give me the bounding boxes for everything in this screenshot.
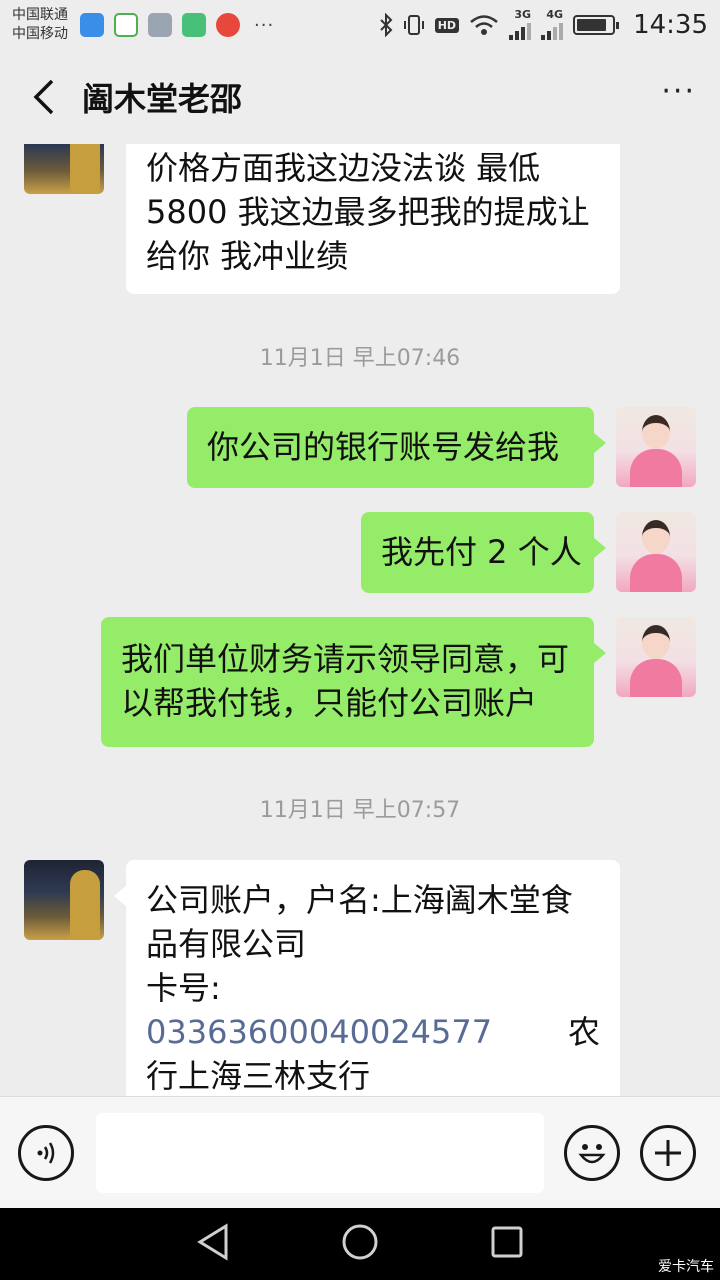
message-text-line: 5800 我这边最多把我的提成让 <box>146 193 590 231</box>
more-notifications-icon: ··· <box>254 14 275 36</box>
network-4g-label: 4G <box>546 8 564 21</box>
message-text-line: 公司账户，户名:上海阖木堂食 <box>146 881 573 919</box>
more-options-button[interactable]: ··· <box>661 74 696 121</box>
message-text-line: 品有限公司 <box>146 925 307 963</box>
my-avatar[interactable] <box>616 407 696 487</box>
system-navigation-bar: 爱卡汽车 <box>0 1208 720 1280</box>
plus-icon <box>655 1139 681 1166</box>
message-input-bar <box>0 1096 720 1208</box>
message-text-line: 我们单位财务请示领导同意，可 <box>121 640 570 678</box>
bluetooth-icon <box>380 13 393 37</box>
network-3g-label: 3G <box>514 8 532 21</box>
status-time: 14:35 <box>633 10 708 40</box>
message-timestamp: 11月1日 早上07:57 <box>259 798 461 823</box>
status-bar: 中国联通 中国移动 ··· HD 3G 4G 14:35 <box>0 0 720 50</box>
chat-title: 阖木堂老邵 <box>82 80 243 118</box>
gallery-icon <box>148 13 172 37</box>
message-text-line: 行上海三林支行 <box>146 1057 371 1095</box>
incoming-message-bubble[interactable]: 公司账户，户名:上海阖木堂食 品有限公司 卡号: 033636000400245… <box>114 860 620 1096</box>
notification-icons: ··· <box>80 13 274 37</box>
voice-input-button[interactable] <box>18 1124 74 1181</box>
contact-avatar[interactable] <box>24 860 104 940</box>
voice-icon <box>37 1141 55 1164</box>
message-text-input[interactable] <box>96 1112 544 1193</box>
carrier-info: 中国联通 中国移动 <box>12 6 68 44</box>
message-text: 我先付 2 个人 <box>381 533 582 571</box>
contact-avatar[interactable] <box>24 144 104 194</box>
system-home-button[interactable] <box>340 1222 380 1266</box>
hd-badge: HD <box>434 17 460 33</box>
carrier-1: 中国联通 <box>12 7 68 23</box>
my-avatar[interactable] <box>616 512 696 592</box>
signal-4g: 4G <box>541 8 564 40</box>
signal-bars-icon <box>509 20 532 40</box>
chat-header: 阖木堂老邵 ··· <box>0 50 720 144</box>
message-text: 你公司的银行账号发给我 <box>207 428 560 466</box>
carrier-2: 中国移动 <box>12 26 68 42</box>
message-text-line: 以帮我付钱，只能付公司账户 <box>121 684 538 722</box>
account-number-row: 03363600040024577 农 <box>146 1010 600 1054</box>
system-back-button[interactable] <box>195 1222 231 1266</box>
signal-3g: 3G <box>509 8 532 40</box>
outgoing-message-bubble[interactable]: 你公司的银行账号发给我 <box>187 407 606 488</box>
message-text-line: 价格方面我这边没法谈 最低 <box>146 149 541 187</box>
my-avatar[interactable] <box>616 617 696 697</box>
more-functions-button[interactable] <box>640 1124 696 1181</box>
weibo-icon <box>216 13 240 37</box>
message-text-fragment: 农 <box>567 1013 600 1051</box>
signal-bars-icon <box>541 20 564 40</box>
system-recents-button[interactable] <box>489 1224 525 1264</box>
emoji-icon <box>578 1143 606 1163</box>
square-recents-icon <box>491 1226 523 1258</box>
vibrate-icon <box>403 15 424 35</box>
battery-level <box>577 19 606 31</box>
video-app-icon <box>182 13 206 37</box>
emoji-button[interactable] <box>564 1124 620 1181</box>
outgoing-message-bubble[interactable]: 我先付 2 个人 <box>361 512 606 593</box>
account-number-link[interactable]: 03363600040024577 <box>146 1010 492 1054</box>
back-arrow-icon <box>33 79 54 115</box>
message-text-line: 卡号: <box>146 969 221 1007</box>
watermark: 爱卡汽车 <box>658 1259 714 1275</box>
outgoing-message-bubble[interactable]: 我们单位财务请示领导同意，可 以帮我付钱，只能付公司账户 <box>101 617 606 747</box>
message-list[interactable]: 价格方面我这边没法谈 最低 5800 我这边最多把我的提成让 给你 我冲业绩 1… <box>0 144 720 1096</box>
back-button[interactable] <box>24 72 64 122</box>
incoming-message-bubble[interactable]: 价格方面我这边没法谈 最低 5800 我这边最多把我的提成让 给你 我冲业绩 <box>126 144 620 294</box>
app-notification-icon <box>114 13 138 37</box>
app-notification-icon <box>80 13 104 37</box>
wifi-icon <box>470 15 498 35</box>
battery-icon <box>573 15 620 35</box>
message-timestamp: 11月1日 早上07:46 <box>259 346 461 371</box>
triangle-back-icon <box>196 1223 228 1261</box>
message-text-line: 给你 我冲业绩 <box>146 237 349 275</box>
status-indicators: HD 3G 4G 14:35 <box>379 8 708 40</box>
circle-home-icon <box>342 1224 378 1260</box>
